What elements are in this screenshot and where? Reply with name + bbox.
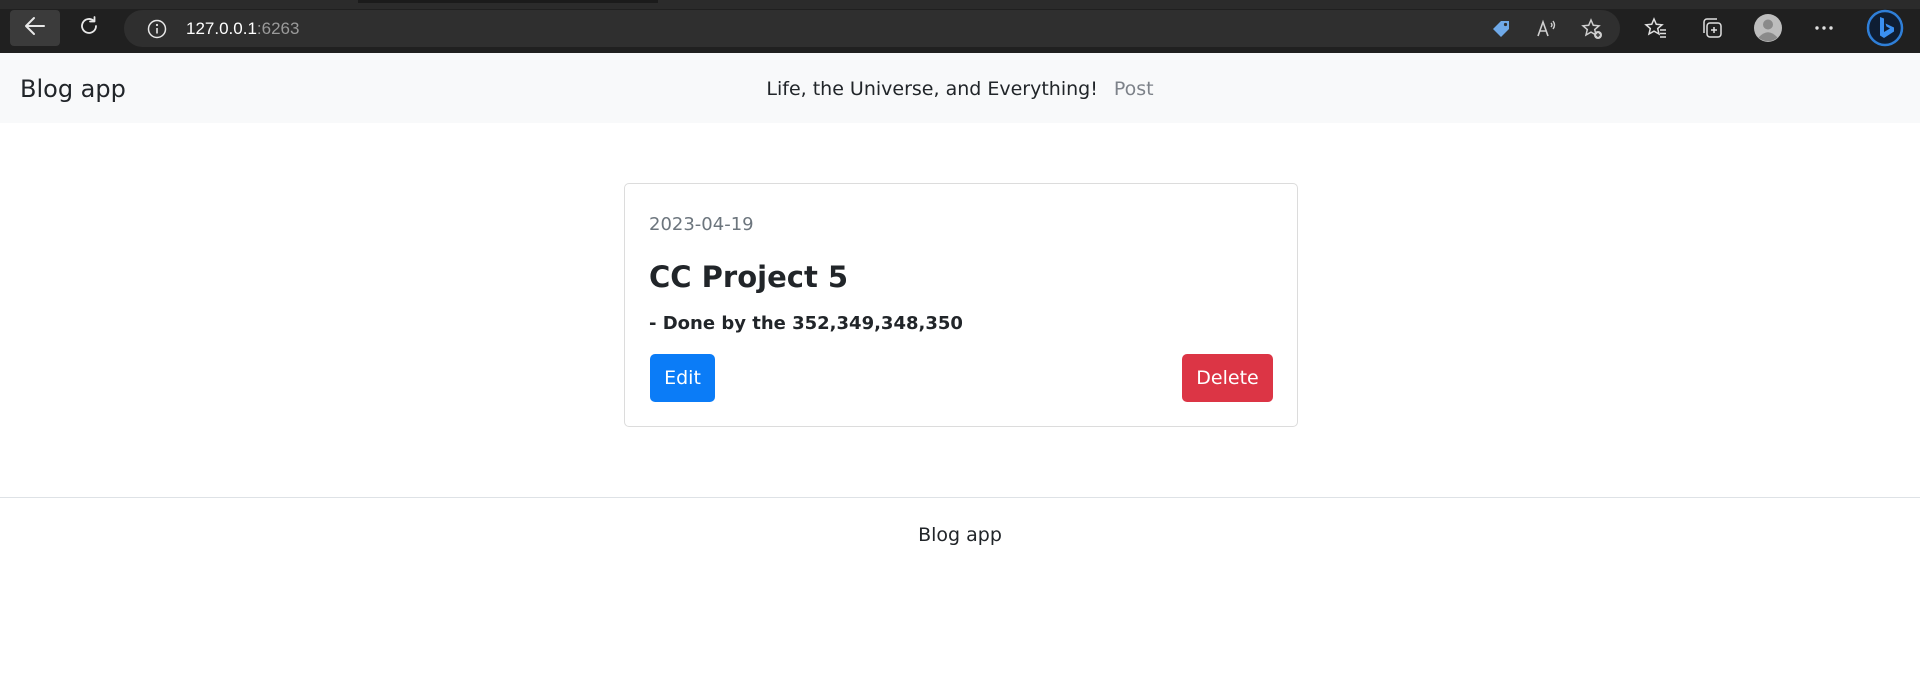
- info-icon[interactable]: [146, 18, 168, 40]
- address-bar[interactable]: 127.0.0.1:6263: [124, 10, 1620, 47]
- back-arrow-icon: [24, 15, 46, 42]
- url-text[interactable]: 127.0.0.1:6263: [186, 18, 299, 40]
- post-date: 2023-04-19: [649, 214, 754, 235]
- post-card: 2023-04-19 CC Project 5 - Done by the 35…: [624, 183, 1298, 427]
- footer-text: Blog app: [918, 524, 1002, 546]
- navbar: Blog app Life, the Universe, and Everyth…: [0, 53, 1920, 123]
- reload-icon: [78, 15, 100, 42]
- post-title: CC Project 5: [649, 260, 849, 294]
- browser-toolbar: 127.0.0.1:6263: [0, 0, 1920, 53]
- profile-icon[interactable]: [1752, 12, 1784, 44]
- nav-link-home[interactable]: Life, the Universe, and Everything!: [766, 78, 1097, 100]
- tab-strip: [0, 0, 1920, 9]
- footer-divider: [0, 497, 1920, 498]
- reload-button[interactable]: [64, 10, 114, 46]
- read-aloud-icon[interactable]: [1535, 17, 1559, 41]
- add-favorite-icon[interactable]: [1580, 17, 1604, 41]
- bing-icon[interactable]: [1866, 9, 1904, 47]
- post-subtitle: - Done by the 352,349,348,350: [649, 313, 963, 334]
- active-tab-indicator: [358, 0, 658, 3]
- collections-icon[interactable]: [1696, 12, 1728, 44]
- more-icon[interactable]: [1808, 12, 1840, 44]
- edit-button[interactable]: Edit: [650, 354, 715, 402]
- delete-button[interactable]: Delete: [1182, 354, 1273, 402]
- url-host: 127.0.0.1: [186, 19, 257, 38]
- favorites-icon[interactable]: [1640, 12, 1672, 44]
- nav-link-post[interactable]: Post: [1114, 78, 1154, 100]
- url-port: :6263: [256, 19, 300, 38]
- price-tag-icon[interactable]: [1490, 17, 1514, 41]
- nav-links: Life, the Universe, and Everything! Post: [0, 77, 1920, 101]
- back-button[interactable]: [10, 10, 60, 46]
